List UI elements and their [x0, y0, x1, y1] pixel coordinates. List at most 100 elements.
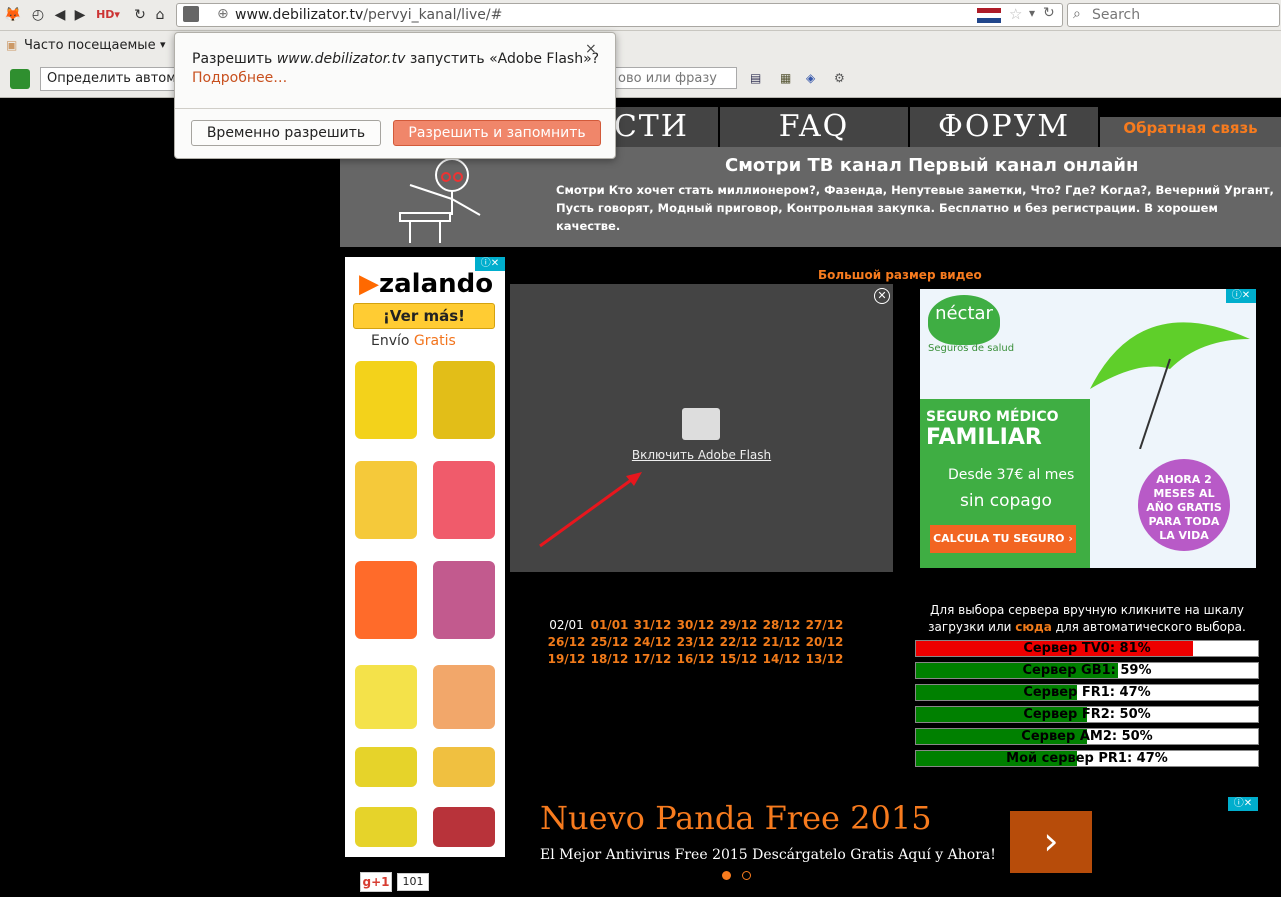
- reload-icon[interactable]: ↻: [132, 5, 148, 25]
- date-link[interactable]: 29/12: [717, 617, 760, 634]
- product-shoes[interactable]: [355, 747, 417, 787]
- zalando-cta-button[interactable]: ¡Ver más!: [353, 303, 495, 329]
- chevron-down-icon[interactable]: ▾: [160, 38, 166, 51]
- firefox-icon[interactable]: 🦊: [4, 5, 21, 25]
- server-hint: Для выбора сервера вручную кликните на ш…: [928, 603, 1246, 634]
- page-title: Смотри ТВ канал Первый канал онлайн: [725, 155, 1139, 176]
- date-link[interactable]: 18/12: [588, 651, 631, 668]
- product-polo-3[interactable]: [433, 561, 495, 639]
- date-link[interactable]: 23/12: [674, 634, 717, 651]
- nectar-copago: sin copago: [960, 491, 1052, 511]
- clipboard-icon[interactable]: ▦: [780, 71, 791, 85]
- date-link[interactable]: 19/12: [545, 651, 588, 668]
- server-bar[interactable]: Сервер FR2: 50%: [915, 706, 1259, 723]
- date-link[interactable]: 27/12: [803, 617, 846, 634]
- nectar-price: Desde 37€ al mes: [948, 467, 1075, 483]
- product-shoes-3[interactable]: [355, 807, 417, 847]
- forward-icon[interactable]: ▶: [72, 5, 88, 25]
- date-link[interactable]: 02/01: [545, 617, 588, 634]
- date-link[interactable]: 28/12: [760, 617, 803, 634]
- red-arrow-icon: [539, 472, 642, 548]
- search-bar[interactable]: ⌕ Search: [1067, 3, 1280, 27]
- video-player[interactable]: ✕ Включить Adobe Flash: [510, 284, 893, 572]
- search-input[interactable]: Search: [1092, 7, 1140, 23]
- url-dropdown-icon[interactable]: ▾: [1029, 6, 1035, 20]
- menu-feedback[interactable]: Обратная связь: [1100, 117, 1281, 147]
- close-icon[interactable]: ✕: [874, 288, 890, 304]
- url-bar[interactable]: ⊕ www.debilizator.tv/pervyi_kanal/live/#…: [176, 3, 1063, 27]
- date-link[interactable]: 14/12: [760, 651, 803, 668]
- server-bar[interactable]: Сервер GB1: 59%: [915, 662, 1259, 679]
- auto-server-link[interactable]: сюда: [1015, 620, 1052, 634]
- dates-row-2: 26/12 25/12 24/12 23/12 22/12 21/12 20/12: [545, 634, 846, 651]
- allow-and-remember-button[interactable]: Разрешить и запомнить: [393, 120, 601, 146]
- server-bar[interactable]: Мой сервер PR1: 47%: [915, 750, 1259, 767]
- url-text[interactable]: www.debilizator.tv/pervyi_kanal/live/#: [235, 7, 502, 23]
- bookmark-star-icon[interactable]: ☆: [1009, 5, 1022, 23]
- product-shoes-2[interactable]: [433, 747, 495, 787]
- popup-more-link[interactable]: Подробнее…: [192, 70, 287, 86]
- product-polo-2[interactable]: [433, 461, 495, 539]
- date-link[interactable]: 01/01: [588, 617, 631, 634]
- ad-info-icon[interactable]: ⓘ✕: [1228, 797, 1258, 811]
- product-shorts[interactable]: [355, 665, 417, 729]
- server-label: Сервер TV0: 81%: [1023, 641, 1151, 656]
- translate-icon[interactable]: ◈: [806, 71, 815, 85]
- date-link[interactable]: 30/12: [674, 617, 717, 634]
- product-jacket-2[interactable]: [433, 361, 495, 439]
- enable-flash-link[interactable]: Включить Adobe Flash: [510, 448, 893, 462]
- panda-ad[interactable]: ⓘ✕ Nuevo Panda Free 2015 El Mejor Antivi…: [520, 795, 1260, 897]
- nectar-cta-button[interactable]: CALCULA TU SEGURO ›: [930, 525, 1076, 553]
- netherlands-flag-icon[interactable]: [977, 8, 1001, 23]
- addon-detect-button[interactable]: Определить автом: [40, 67, 184, 91]
- carousel-dot[interactable]: [742, 871, 751, 880]
- date-link[interactable]: 25/12: [588, 634, 631, 651]
- product-jacket[interactable]: [355, 361, 417, 439]
- zalando-shipping-text: Envío Gratis: [371, 333, 456, 349]
- nectar-badge: AHORA 2 MESES AL AÑO GRATIS PARA TODA LA…: [1138, 459, 1230, 551]
- carousel-dot-active[interactable]: [722, 871, 731, 880]
- product-polo[interactable]: [355, 461, 417, 539]
- back-icon[interactable]: ◀: [52, 5, 68, 25]
- date-link[interactable]: 13/12: [803, 651, 846, 668]
- close-icon[interactable]: ×: [585, 41, 597, 57]
- zalando-ad[interactable]: ⓘ✕ ▶zalando ¡Ver más! Envío Gratis: [345, 257, 505, 857]
- product-shoes-4[interactable]: [433, 807, 495, 847]
- archive-dates: 02/01 01/01 31/12 30/12 29/12 28/12 27/12 26/1…: [545, 617, 846, 668]
- server-bar[interactable]: Сервер AM2: 50%: [915, 728, 1259, 745]
- url-reload-icon[interactable]: ↻: [1043, 5, 1055, 21]
- history-icon[interactable]: ◴: [26, 5, 50, 25]
- allow-temporarily-button[interactable]: Временно разрешить: [191, 120, 381, 146]
- date-link[interactable]: 24/12: [631, 634, 674, 651]
- nectar-ad[interactable]: ⓘ✕ néctar Seguros de salud SEGURO MÉDICO…: [920, 289, 1256, 568]
- bookmarks-most-visited[interactable]: Часто посещаемые: [24, 38, 156, 53]
- addon-phrase-input[interactable]: ово или фразу: [605, 67, 737, 89]
- menu-forum[interactable]: ФОРУМ: [910, 107, 1098, 147]
- date-link[interactable]: 16/12: [674, 651, 717, 668]
- date-link[interactable]: 20/12: [803, 634, 846, 651]
- home-icon[interactable]: ⌂: [152, 5, 168, 25]
- flash-permission-popup: Разрешить www.debilizator.tv запустить «…: [174, 32, 616, 159]
- dictionary-icon[interactable]: ▤: [750, 71, 761, 85]
- video-size-link[interactable]: Большой размер видео: [818, 268, 982, 282]
- server-bar[interactable]: Сервер TV0: 81%: [915, 640, 1259, 657]
- gplus-button[interactable]: g+1: [360, 872, 392, 892]
- globe-icon: ⊕: [217, 6, 229, 22]
- plugin-notification-icon[interactable]: [183, 6, 199, 22]
- date-link[interactable]: 17/12: [631, 651, 674, 668]
- date-link[interactable]: 31/12: [631, 617, 674, 634]
- product-shirt[interactable]: [355, 561, 417, 639]
- server-bar[interactable]: Сервер FR1: 47%: [915, 684, 1259, 701]
- panda-next-button[interactable]: ›: [1010, 811, 1092, 873]
- menu-faq[interactable]: FAQ: [720, 107, 908, 147]
- site-header: Смотри ТВ канал Первый канал онлайн Смот…: [340, 147, 1281, 247]
- hd-icon[interactable]: HD▾: [94, 5, 122, 25]
- product-shorts-2[interactable]: [433, 665, 495, 729]
- date-link[interactable]: 26/12: [545, 634, 588, 651]
- s3-addon-icon[interactable]: [10, 69, 30, 89]
- date-link[interactable]: 15/12: [717, 651, 760, 668]
- panda-title[interactable]: Nuevo Panda Free 2015: [540, 799, 932, 837]
- date-link[interactable]: 21/12: [760, 634, 803, 651]
- date-link[interactable]: 22/12: [717, 634, 760, 651]
- settings-icon[interactable]: ⚙: [834, 71, 845, 85]
